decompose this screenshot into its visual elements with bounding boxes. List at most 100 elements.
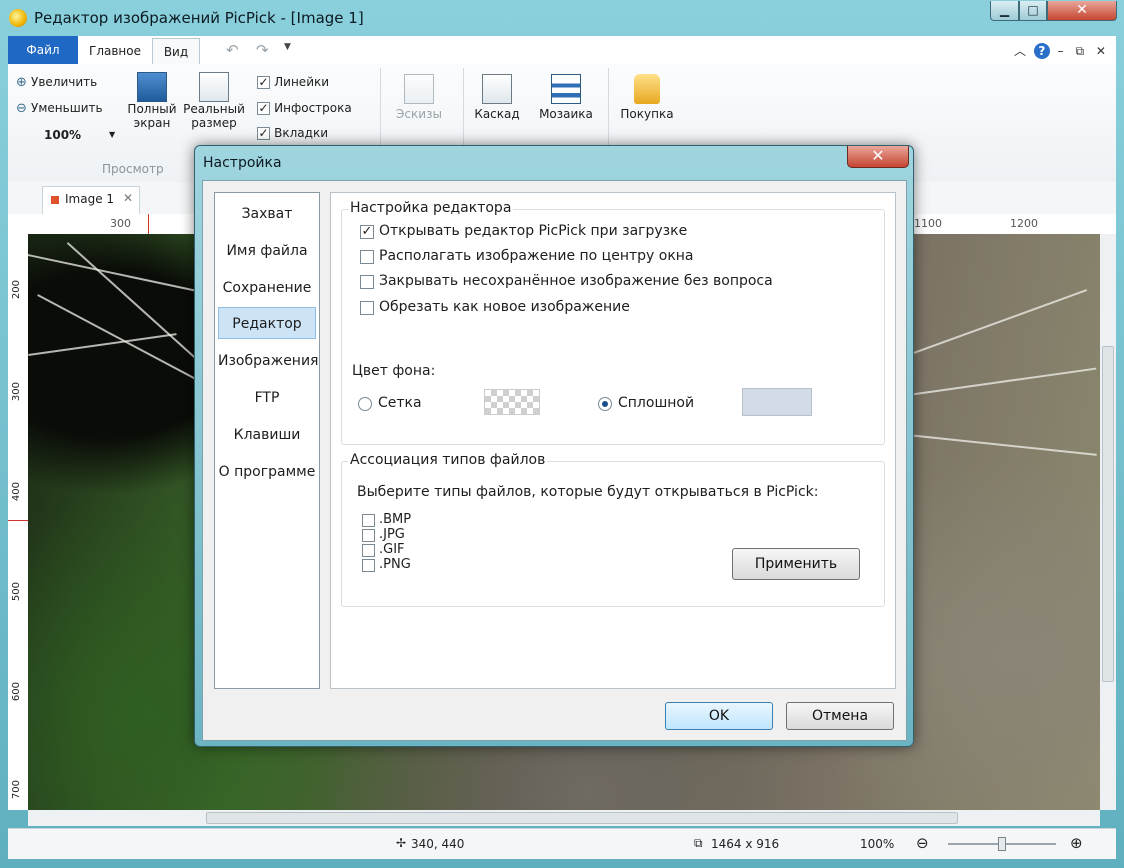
- fullscreen-icon: [137, 72, 167, 102]
- cancel-button[interactable]: Отмена: [786, 702, 894, 730]
- mosaic-icon: [551, 74, 581, 104]
- crop-new-image-checkbox[interactable]: [360, 301, 374, 315]
- nav-item-capture[interactable]: Захват: [218, 198, 316, 230]
- tabs-label: Вкладки: [274, 126, 328, 140]
- image-detail: [28, 333, 177, 356]
- ok-button[interactable]: OK: [665, 702, 773, 730]
- settings-nav: Захват Имя файла Сохранение Редактор Изо…: [214, 192, 320, 689]
- dialog-title: Настройка: [203, 155, 282, 171]
- doc-tab-label: Image 1: [65, 192, 115, 206]
- help-icon[interactable]: ?: [1033, 43, 1050, 59]
- close-doc-icon[interactable]: ✕: [1096, 44, 1106, 58]
- nav-item-saving[interactable]: Сохранение: [218, 272, 316, 304]
- nav-item-filename[interactable]: Имя файла: [218, 235, 316, 267]
- close-unsaved-checkbox[interactable]: [360, 275, 374, 289]
- cursor-icon: ✢: [396, 836, 407, 850]
- nav-item-about[interactable]: О программе: [218, 456, 316, 488]
- nav-item-ftp[interactable]: FTP: [218, 382, 316, 414]
- association-prompt: Выберите типы файлов, которые будут откр…: [357, 484, 819, 500]
- image-detail: [907, 434, 1097, 456]
- background-color-label: Цвет фона:: [352, 363, 436, 379]
- gif-checkbox[interactable]: [362, 544, 375, 557]
- infobar-label: Инфострока: [274, 101, 352, 115]
- tab-view[interactable]: Вид: [152, 38, 200, 64]
- ruler-tick-label: 1100: [914, 217, 942, 230]
- maximize-button[interactable]: □: [1019, 1, 1047, 21]
- chevron-down-icon[interactable]: ▼: [284, 42, 291, 52]
- nav-item-hotkeys[interactable]: Клавиши: [218, 419, 316, 451]
- editor-settings-group: Настройка редактора ✓ Открывать редактор…: [341, 200, 885, 445]
- zoom-in-icon: ⊕: [16, 75, 27, 90]
- help-controls: ︿ ? – ⧉ ✕: [1014, 42, 1106, 59]
- restore-doc-icon[interactable]: ⧉: [1076, 44, 1085, 58]
- thumbnails-icon: [404, 74, 434, 104]
- ruler-tick-label: 300: [110, 217, 131, 230]
- ruler-tick-label: 300: [11, 382, 22, 402]
- close-window-button[interactable]: ✕: [1047, 1, 1117, 21]
- zoom-in-label: Увеличить: [31, 75, 98, 89]
- png-label: .PNG: [379, 557, 411, 572]
- ruler-tick-label: 500: [11, 582, 22, 602]
- cursor-position: 340, 440: [411, 837, 465, 851]
- redo-icon[interactable]: ↷: [256, 41, 269, 59]
- zoom-value[interactable]: 100%: [44, 128, 81, 142]
- bg-solid-radio[interactable]: [598, 397, 612, 411]
- tab-file[interactable]: Файл: [8, 36, 78, 64]
- settings-panel: Настройка редактора ✓ Открывать редактор…: [330, 192, 896, 689]
- status-bar: ✢ 340, 440 ⧉ 1464 x 916 100% ⊖ ⊕: [8, 828, 1116, 859]
- tabs-checkbox[interactable]: ✓ Вкладки: [257, 126, 328, 141]
- mosaic-button[interactable]: Мозаика: [536, 72, 596, 121]
- checkbox-checked-icon: ✓: [257, 75, 270, 89]
- zoom-out-button[interactable]: ⊖ Уменьшить: [16, 101, 103, 116]
- bmp-checkbox[interactable]: [362, 514, 375, 527]
- tab-home[interactable]: Главное: [80, 38, 150, 64]
- horizontal-scroll-thumb[interactable]: [206, 812, 958, 824]
- zoom-in-icon[interactable]: ⊕: [1070, 834, 1083, 852]
- group-title: Ассоциация типов файлов: [348, 452, 548, 468]
- bg-grid-radio[interactable]: [358, 397, 372, 411]
- fullscreen-button[interactable]: Полный экран: [126, 70, 178, 130]
- ruler-tick-label: 200: [11, 280, 22, 300]
- actual-size-button[interactable]: Реальный размер: [183, 70, 245, 130]
- file-association-group: Ассоциация типов файлов Выберите типы фа…: [341, 452, 885, 607]
- zoom-out-icon: ⊖: [16, 101, 27, 116]
- minimize-doc-icon[interactable]: –: [1058, 44, 1064, 58]
- undo-icon[interactable]: ↶: [226, 41, 239, 59]
- fullscreen-label-1: Полный: [127, 102, 177, 116]
- cascade-button[interactable]: Каскад: [474, 72, 520, 121]
- collapse-ribbon-icon[interactable]: ︿: [1014, 44, 1026, 58]
- image-size-icon: ⧉: [694, 836, 703, 850]
- infobar-checkbox[interactable]: ✓ Инфострока: [257, 101, 352, 116]
- bg-solid-label: Сплошной: [618, 395, 695, 411]
- thumbnails-button[interactable]: Эскизы: [396, 72, 442, 121]
- rulers-checkbox[interactable]: ✓ Линейки: [257, 75, 329, 90]
- ruler-tick-label: 1200: [1010, 217, 1038, 230]
- dialog-body: Захват Имя файла Сохранение Редактор Изо…: [202, 180, 907, 741]
- actual-size-label-2: размер: [191, 116, 237, 130]
- jpg-checkbox[interactable]: [362, 529, 375, 542]
- open-on-start-label: Открывать редактор PicPick при загрузке: [379, 223, 688, 239]
- purchase-button[interactable]: Покупка: [620, 72, 674, 121]
- nav-item-images[interactable]: Изображения: [218, 345, 318, 377]
- zoom-out-icon[interactable]: ⊖: [916, 834, 929, 852]
- grid-swatch[interactable]: [484, 389, 540, 415]
- close-tab-icon[interactable]: ✕: [123, 191, 133, 205]
- png-checkbox[interactable]: [362, 559, 375, 572]
- dialog-close-button[interactable]: ✕: [847, 146, 909, 168]
- chevron-down-icon[interactable]: ▼: [109, 130, 115, 139]
- zoom-out-label: Уменьшить: [31, 101, 103, 115]
- lock-icon: [634, 74, 660, 104]
- ruler-cursor-marker: [8, 520, 28, 521]
- cascade-label: Каскад: [474, 107, 520, 121]
- vertical-scroll-thumb[interactable]: [1102, 346, 1114, 682]
- nav-item-editor[interactable]: Редактор: [218, 307, 316, 339]
- center-image-checkbox[interactable]: [360, 250, 374, 264]
- solid-color-swatch[interactable]: [742, 388, 812, 416]
- tab-image-1[interactable]: Image 1 ✕: [42, 186, 140, 214]
- minimize-button[interactable]: ▁: [990, 1, 1019, 21]
- zoom-in-button[interactable]: ⊕ Увеличить: [16, 75, 97, 90]
- open-on-start-checkbox[interactable]: ✓: [360, 225, 374, 239]
- zoom-slider-thumb[interactable]: [998, 837, 1006, 851]
- apply-button[interactable]: Применить: [732, 548, 860, 580]
- actual-size-icon: [199, 72, 229, 102]
